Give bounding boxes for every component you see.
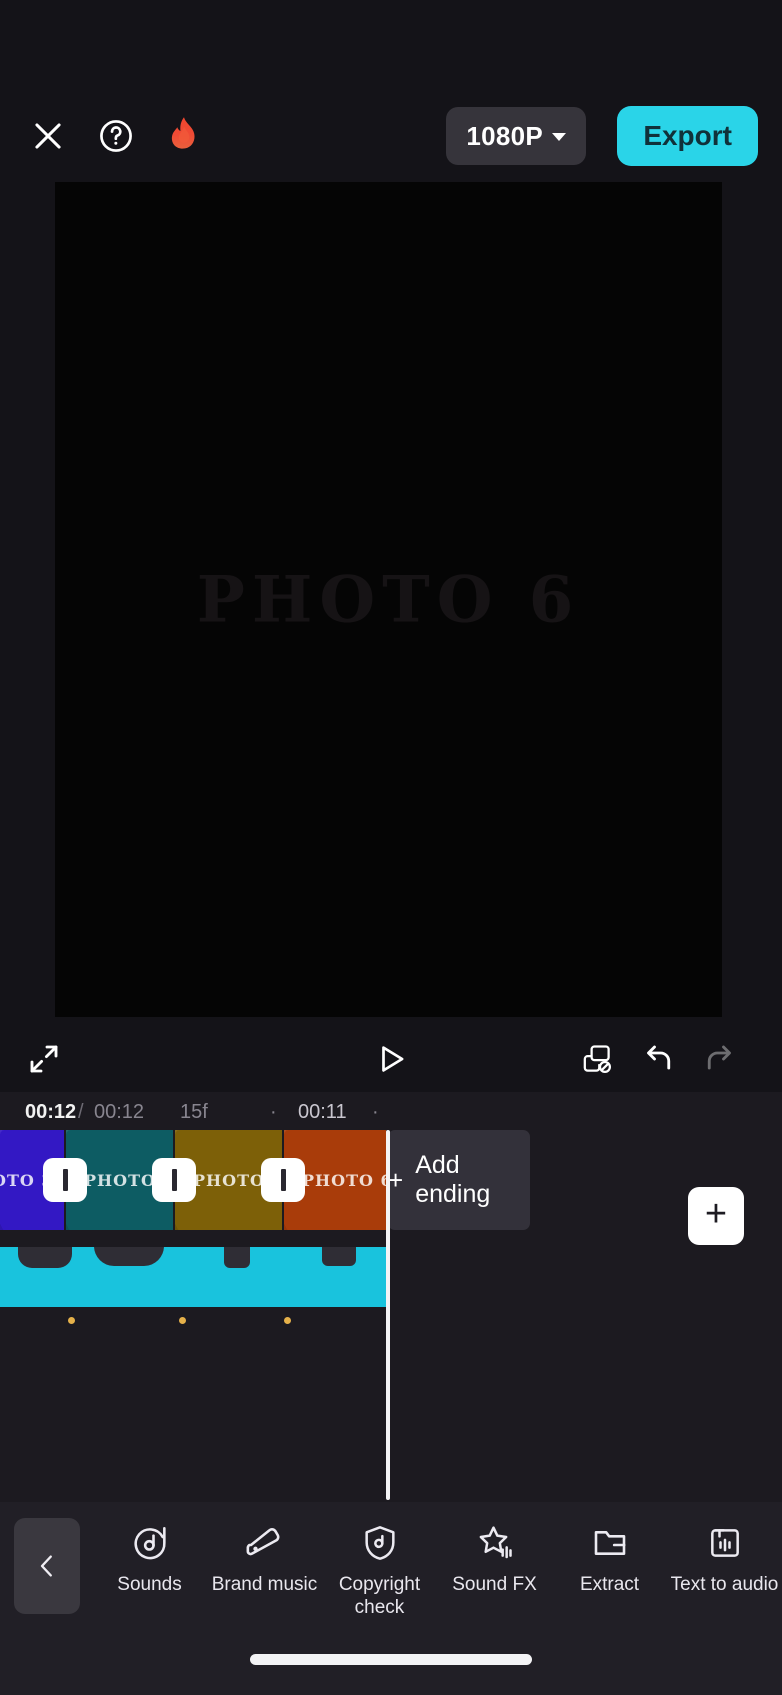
video-preview-canvas[interactable]: PHOTO 6 <box>55 182 722 1017</box>
total-time-label: 00:12 <box>94 1101 145 1123</box>
tool-label: Sounds <box>117 1574 182 1595</box>
tool-label: Brand music <box>211 1574 318 1595</box>
resolution-label: 1080P <box>466 120 543 151</box>
chevron-left-icon[interactable] <box>14 1518 80 1614</box>
close-icon[interactable] <box>24 112 72 160</box>
transition-bar-icon <box>171 1169 177 1191</box>
beat-marker-3 <box>284 1317 291 1324</box>
copyright-check-icon <box>359 1522 401 1564</box>
transition-bar-icon <box>62 1169 68 1191</box>
audio-track[interactable] <box>0 1247 386 1307</box>
transition-1-button[interactable] <box>43 1158 87 1202</box>
top-bar: 1080P Export <box>0 90 782 182</box>
export-button[interactable]: Export <box>617 106 758 166</box>
beat-marker-row <box>0 1313 386 1331</box>
picture-in-picture-off-icon[interactable] <box>572 1034 622 1084</box>
transition-bar-icon <box>280 1169 286 1191</box>
text-to-audio-icon <box>704 1522 746 1564</box>
add-clip-plus-icon: + <box>704 1193 728 1235</box>
sounds-icon <box>129 1522 171 1564</box>
extract-icon <box>589 1522 631 1564</box>
beat-marker-1 <box>68 1317 75 1324</box>
audio-dip-3 <box>224 1247 250 1268</box>
bottom-toolbar: Sounds Brand music Copyright check Sound FX… <box>0 1502 782 1630</box>
help-circle-icon[interactable] <box>92 112 140 160</box>
redo-icon[interactable] <box>694 1034 744 1084</box>
sound-fx-icon <box>474 1522 516 1564</box>
tool-copyright-check[interactable]: Copyright check <box>322 1510 437 1619</box>
chevron-down-icon <box>552 133 566 141</box>
plus-icon: + <box>388 1165 404 1195</box>
add-ending-button[interactable]: + Add ending <box>388 1130 530 1230</box>
playhead[interactable] <box>386 1130 390 1500</box>
resolution-selector[interactable]: 1080P <box>446 107 586 165</box>
frame-mark-label: 15f <box>180 1101 208 1123</box>
preview-area: PHOTO 6 <box>0 182 782 1018</box>
video-track[interactable]: OTO 3PHOTO 4PHOTO 5PHOTO 6 + Add ending … <box>0 1130 782 1245</box>
tool-label: Text to audio <box>670 1574 779 1595</box>
add-clip-button[interactable]: + <box>688 1187 744 1245</box>
undo-icon[interactable] <box>634 1034 684 1084</box>
transition-3-button[interactable] <box>261 1158 305 1202</box>
timeline-ruler[interactable]: 00:12 / 00:12 15f · 00:11 · <box>0 1092 782 1130</box>
video-editor-screen: 1080P Export PHOTO 6 00:12 / 00:12 15f ·… <box>0 0 782 1695</box>
audio-dip-4 <box>322 1247 356 1266</box>
home-indicator <box>250 1654 532 1665</box>
flame-icon[interactable] <box>158 110 210 162</box>
timeline-panel[interactable]: 00:12 / 00:12 15f · 00:11 · OTO 3PHOTO 4… <box>0 1092 782 1502</box>
expand-icon[interactable] <box>18 1034 70 1084</box>
tool-text-to-audio[interactable]: Text to audio <box>667 1510 782 1596</box>
audio-dip-2 <box>94 1247 164 1266</box>
tool-extract[interactable]: Extract <box>552 1510 667 1596</box>
tool-sounds[interactable]: Sounds <box>92 1510 207 1596</box>
tool-sound-fx[interactable]: Sound FX <box>437 1510 552 1596</box>
time-separator: / <box>78 1101 84 1123</box>
play-icon[interactable] <box>365 1034 417 1084</box>
brand-music-icon <box>244 1522 286 1564</box>
tool-label: Sound FX <box>452 1574 537 1595</box>
clip-label: PHOTO 6 <box>302 1170 386 1190</box>
audio-dip-1 <box>18 1247 72 1268</box>
tool-brand-music[interactable]: Brand music <box>207 1510 322 1596</box>
add-ending-label: Add ending <box>415 1151 491 1208</box>
ruler-mark-11: 00:11 <box>298 1101 347 1123</box>
export-label: Export <box>643 120 732 151</box>
tool-label: Copyright check <box>338 1574 421 1619</box>
ruler-tick-dot-1: · <box>270 1101 277 1123</box>
preview-overlay-text: PHOTO 6 <box>196 562 581 637</box>
ruler-tick-dot-2: · <box>372 1101 379 1123</box>
tool-label: Extract <box>579 1574 640 1595</box>
beat-marker-2 <box>179 1317 186 1324</box>
transition-2-button[interactable] <box>152 1158 196 1202</box>
player-control-bar <box>0 1020 782 1092</box>
current-time-label: 00:12 <box>25 1101 77 1123</box>
tool-list: Sounds Brand music Copyright check Sound FX… <box>92 1510 782 1630</box>
